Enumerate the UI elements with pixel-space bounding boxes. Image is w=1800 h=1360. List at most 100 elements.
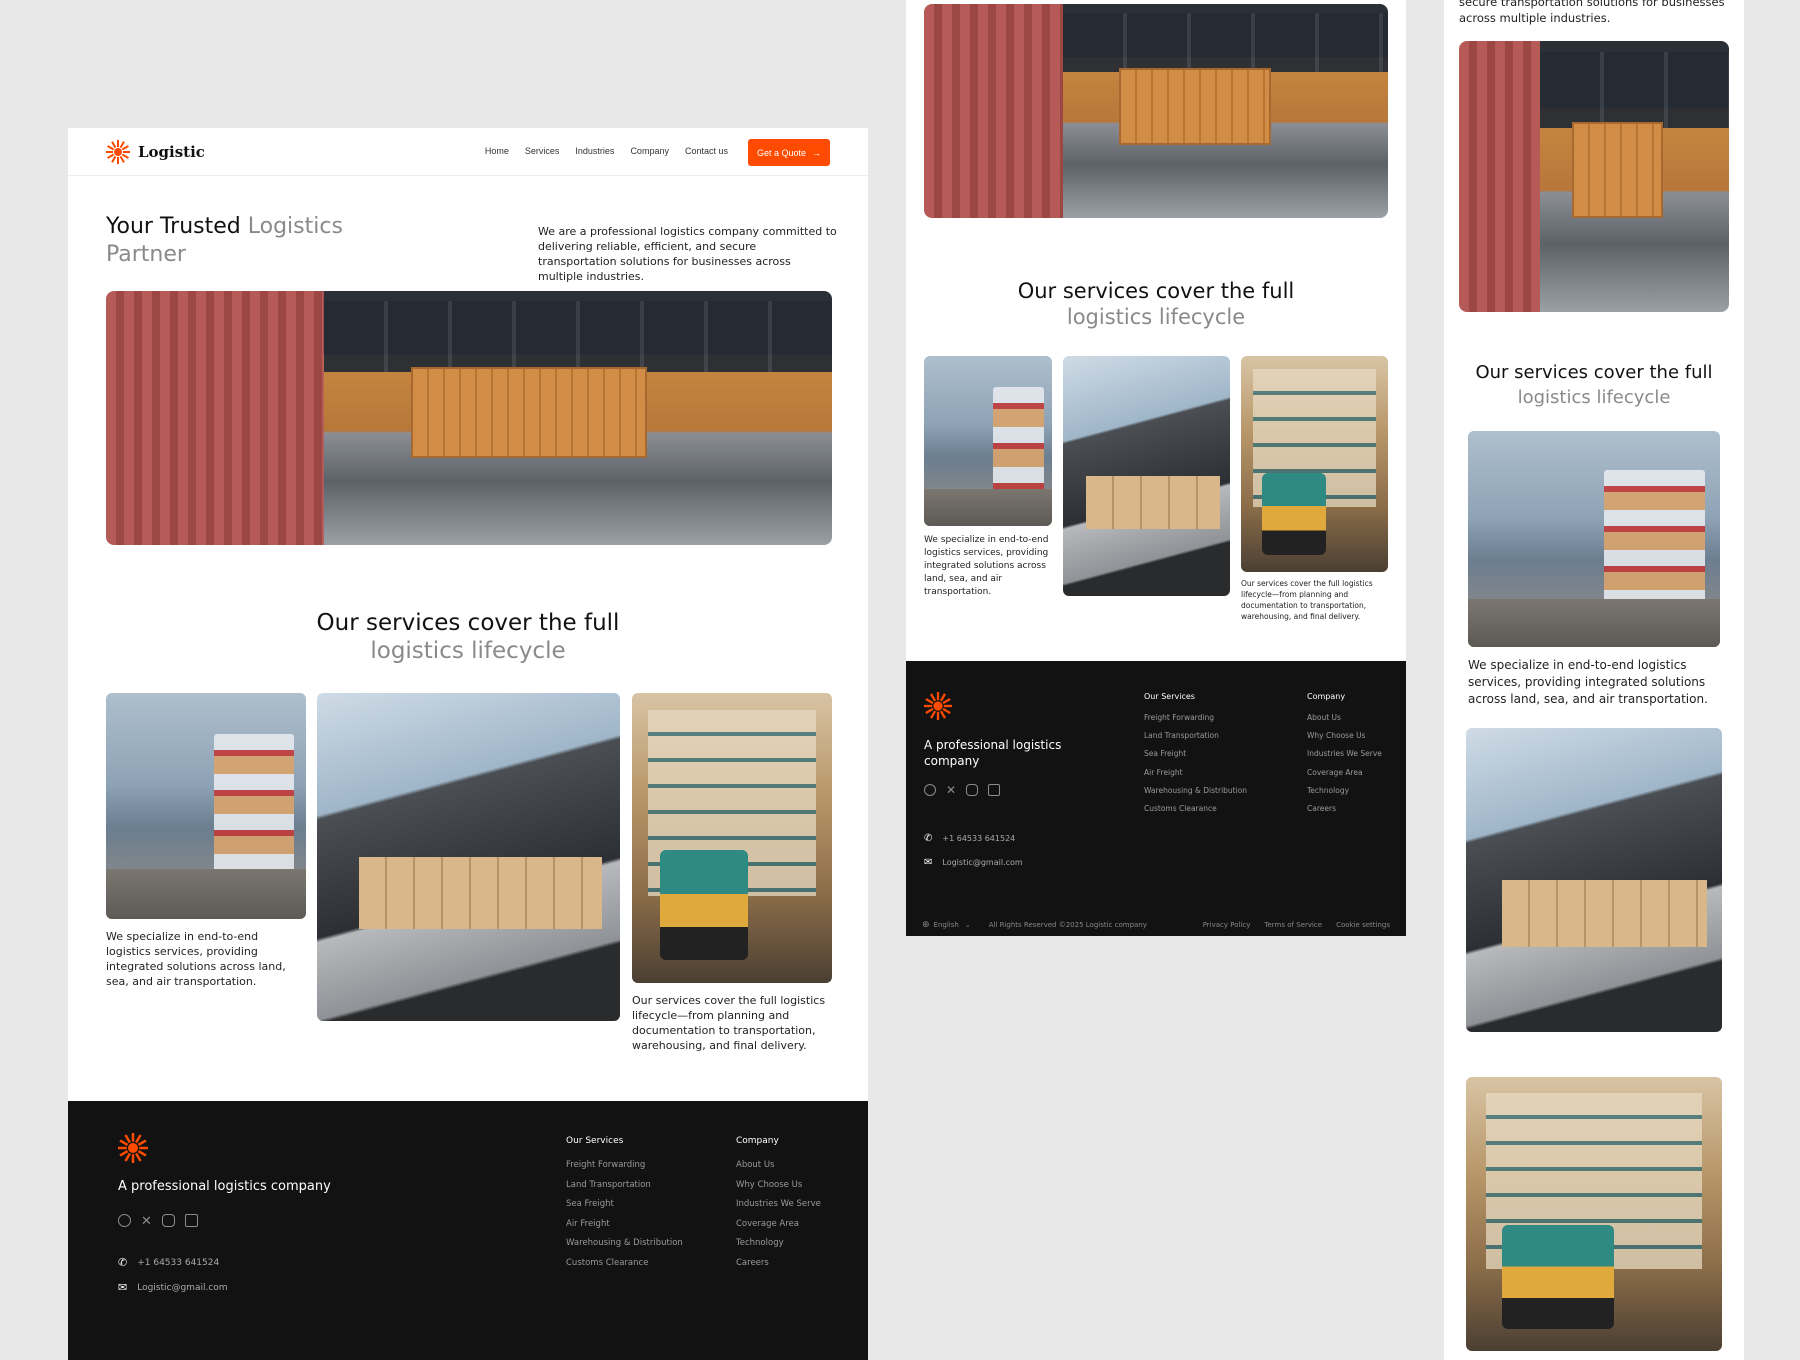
footer-link[interactable]: Customs Clearance [566,1254,683,1274]
hero-title-dark: Your Trusted [106,214,241,239]
footer-link[interactable]: Why Choose Us [736,1176,821,1196]
hero-truck-image [1459,41,1729,312]
chevron-down-icon[interactable]: ⌄ [965,921,971,929]
privacy-policy-link[interactable]: Privacy Policy [1203,921,1251,929]
footer-tagline: A professional logistics company [924,738,1062,768]
hero-description: We are a professional logistics company … [538,225,837,283]
trailer-image [1466,728,1722,1032]
x-icon[interactable]: ✕ [946,784,956,796]
footer-link[interactable]: Careers [1307,800,1382,818]
services-title-dark: Our services cover the full [316,610,620,636]
get-quote-label: Get a Quote [756,147,807,158]
services-title: Our services cover the full logistics li… [68,609,868,665]
language-select[interactable]: English [934,921,959,929]
footer-services-col: Our Services Freight Forwarding Land Tra… [566,1136,683,1273]
footer-link[interactable]: Coverage Area [736,1215,821,1235]
nav-services[interactable]: Services [525,146,560,156]
services-title: Our services cover the full logistics li… [1444,360,1744,410]
services-title-dark: Our services cover the full [1017,279,1295,303]
nav-industries[interactable]: Industries [575,146,614,156]
services-title: Our services cover the full logistics li… [906,278,1406,330]
warehouse-image [924,356,1052,526]
copyright-text: All Rights Reserved ©2025 Logistic compa… [988,921,1147,929]
brand-name: Logistic [138,143,205,161]
footer-link[interactable]: Customs Clearance [1144,800,1247,818]
footer-email[interactable]: ✉ Logistic@gmail.com [118,1281,228,1294]
mobile-page: secure transportation solutions for busi… [1444,0,1744,1360]
footer-bottom-bar: ⊕ English ⌄ All Rights Reserved ©2025 Lo… [922,920,1390,930]
footer-link[interactable]: Technology [1307,782,1382,800]
footer-link[interactable]: Freight Forwarding [566,1156,683,1176]
trailer-image [317,693,620,1021]
mail-icon: ✉ [118,1281,128,1294]
footer-link[interactable]: Warehousing & Distribution [566,1234,683,1254]
services-title-muted: logistics lifecycle [370,638,566,664]
nav-contact[interactable]: Contact us [685,146,728,156]
footer-company-heading: Company [1307,692,1346,701]
footer-link[interactable]: Technology [736,1234,821,1254]
footer-link[interactable]: Warehousing & Distribution [1144,782,1247,800]
get-quote-button[interactable]: Get a Quote → [748,139,830,166]
globe-icon: ⊕ [922,920,930,930]
sunburst-logo-icon [924,692,952,720]
services-caption-2: Our services cover the full logistics li… [632,994,826,1052]
desktop-page: Logistic Home Services Industries Compan… [68,128,868,1360]
footer-company-col: Company About Us Why Choose Us Industrie… [736,1136,821,1273]
footer-services-heading: Our Services [1144,692,1195,701]
footer-link[interactable]: Land Transportation [566,1176,683,1196]
nav-home[interactable]: Home [485,146,509,156]
logo[interactable]: Logistic [106,140,205,164]
phone-text: +1 64533 641524 [942,834,1016,843]
linkedin-icon[interactable] [988,784,1001,796]
footer: A professional logistics company ✕ ✆ +1 … [906,661,1406,936]
forklift-image [632,693,832,983]
footer-services-col: Our Services Freight Forwarding Land Tra… [1144,692,1247,818]
email-text: Logistic@gmail.com [137,1282,228,1293]
forklift-image [1241,356,1388,572]
trailer-image [1063,356,1230,596]
footer-link[interactable]: Industries We Serve [1307,745,1382,763]
footer-phone[interactable]: ✆ +1 64533 641524 [924,833,1015,844]
footer-link[interactable]: Coverage Area [1307,764,1382,782]
footer-link[interactable]: Land Transportation [1144,727,1247,745]
nav-company[interactable]: Company [630,146,669,156]
footer: A professional logistics company ✕ ✆ +1 … [68,1101,868,1360]
phone-text: +1 64533 641524 [137,1257,220,1268]
footer-tagline: A professional logistics company [118,1179,331,1194]
x-icon[interactable]: ✕ [141,1214,152,1227]
hero-description-partial: secure transportation solutions for busi… [1459,0,1725,25]
warehouse-image [106,693,306,919]
hero-truck-image [106,291,832,545]
terms-link[interactable]: Terms of Service [1264,921,1322,929]
footer-link[interactable]: Careers [736,1254,821,1274]
footer-link[interactable]: About Us [736,1156,821,1176]
footer-company-col: Company About Us Why Choose Us Industrie… [1307,692,1382,818]
instagram-icon[interactable] [161,1214,175,1227]
footer-phone[interactable]: ✆ +1 64533 641524 [118,1256,219,1269]
tablet-page: Our services cover the full logistics li… [906,0,1406,936]
instagram-icon[interactable] [966,784,979,796]
services-title-dark: Our services cover the full [1475,362,1713,383]
footer-link[interactable]: Sea Freight [566,1195,683,1215]
facebook-icon[interactable] [924,784,936,796]
hero-truck-image [924,4,1388,218]
footer-link[interactable]: Why Choose Us [1307,727,1382,745]
services-title-muted: logistics lifecycle [1517,387,1671,408]
footer-link[interactable]: Industries We Serve [736,1195,821,1215]
services-title-muted: logistics lifecycle [1066,305,1246,329]
warehouse-image [1468,431,1720,647]
sunburst-logo-icon [118,1133,148,1163]
facebook-icon[interactable] [118,1214,131,1227]
hero-title-muted-2: Partner [106,242,186,267]
footer-link[interactable]: Air Freight [566,1215,683,1235]
cookie-settings-link[interactable]: Cookie settings [1336,921,1390,929]
hero-title-muted: Logistics [247,214,343,239]
footer-link[interactable]: Sea Freight [1144,745,1247,763]
footer-link[interactable]: Freight Forwarding [1144,709,1247,727]
footer-link[interactable]: Air Freight [1144,764,1247,782]
linkedin-icon[interactable] [184,1214,198,1227]
social-links: ✕ [924,784,1001,796]
services-caption-1: We specialize in end-to-end logistics se… [924,535,1049,597]
footer-link[interactable]: About Us [1307,709,1382,727]
footer-email[interactable]: ✉ Logistic@gmail.com [924,857,1023,868]
